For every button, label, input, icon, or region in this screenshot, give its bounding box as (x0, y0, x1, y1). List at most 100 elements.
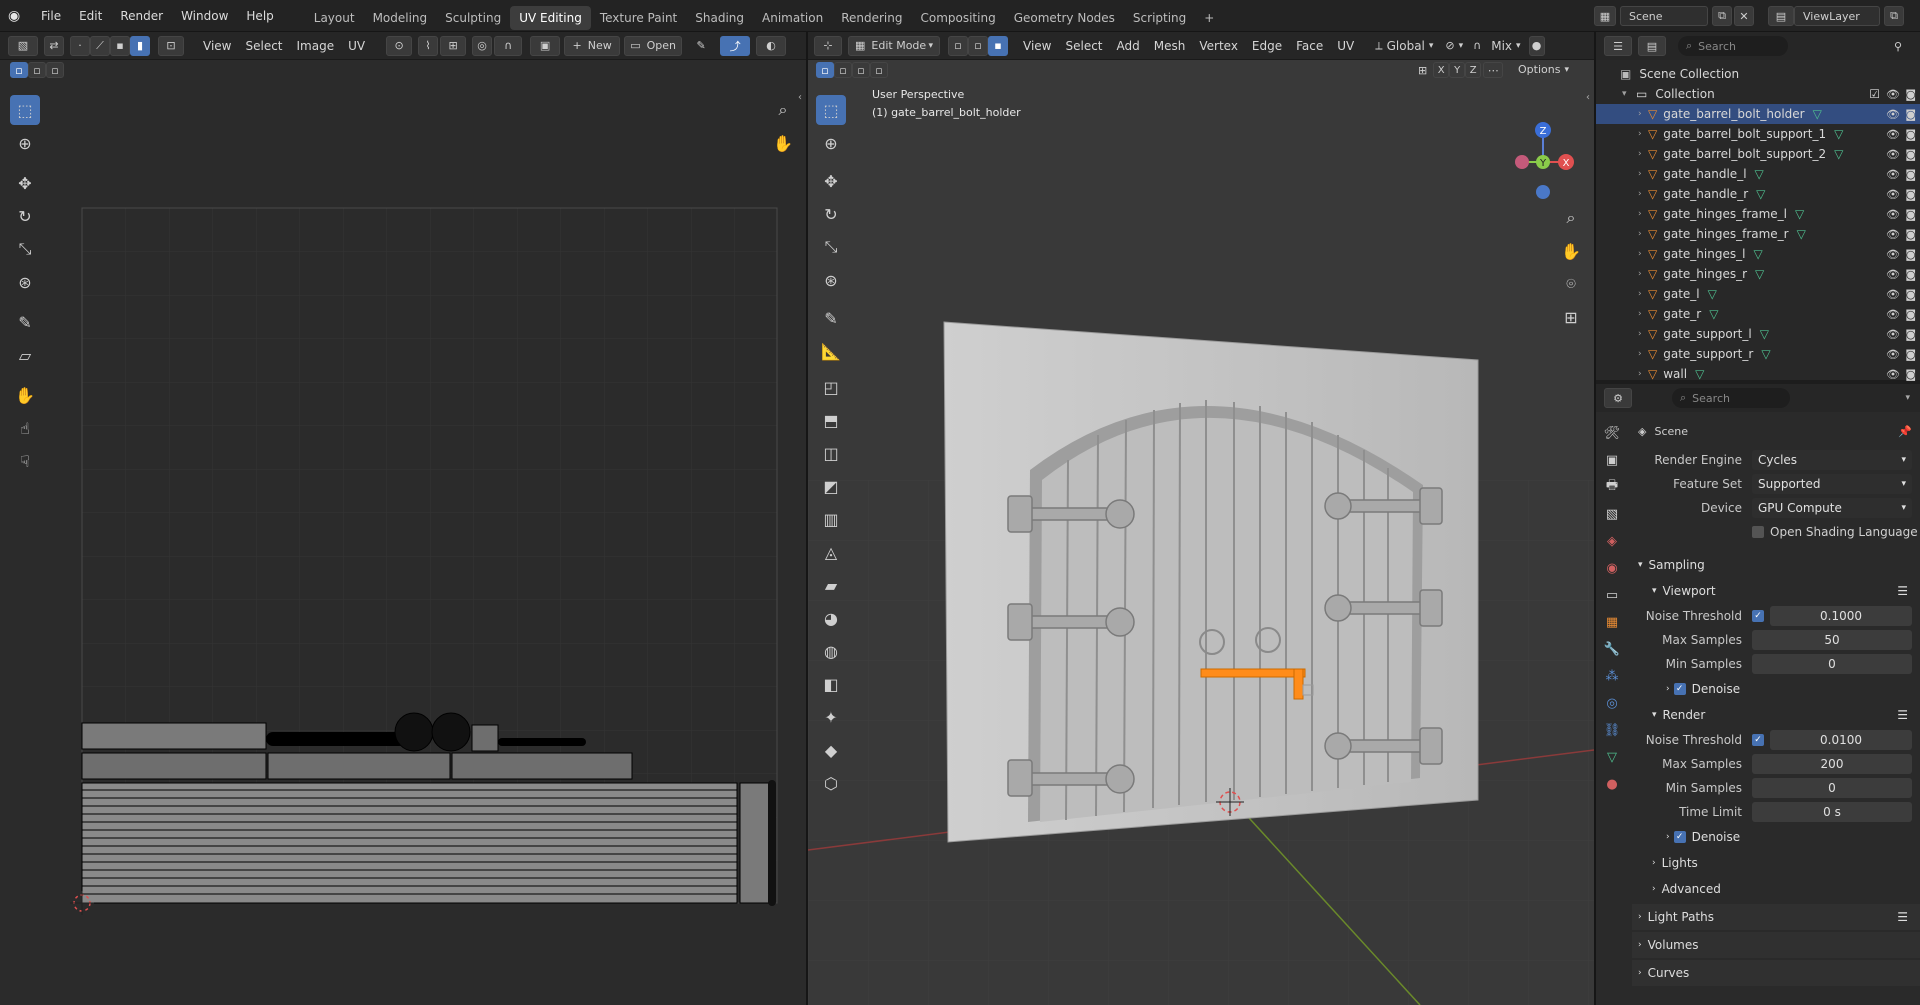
render-visibility-icon[interactable]: ◙ (1905, 168, 1916, 181)
viewport-subpanel-header[interactable]: ▾ Viewport ☰ (1632, 578, 1920, 604)
sync-selection-icon[interactable]: ⇄ (44, 35, 64, 56)
outliner-object-row[interactable]: › ▽ gate_barrel_bolt_support_1 ▽ 👁 ◙ (1596, 124, 1920, 144)
tab-rendering[interactable]: Rendering (832, 6, 911, 30)
vp-denoise-checkbox[interactable]: ✓ (1673, 683, 1686, 695)
new-image-button[interactable]: + New (564, 35, 621, 56)
mesh-data-icon[interactable]: ▽ (1753, 247, 1762, 261)
outliner-object-row[interactable]: › ▽ gate_handle_r ▽ 👁 ◙ (1596, 184, 1920, 204)
physics-tab-icon[interactable]: ◎ (1600, 691, 1624, 715)
volumes-panel-header[interactable]: › Volumes (1632, 932, 1920, 958)
view-layer-tab-icon[interactable]: ▧ (1600, 502, 1624, 526)
mesh-data-icon[interactable]: ▽ (1760, 327, 1769, 341)
properties-options-chevron-icon[interactable]: ▾ (1905, 393, 1910, 403)
output-tab-icon[interactable]: 🖶 (1600, 475, 1624, 499)
outliner-object-row[interactable]: › ▽ gate_hinges_l ▽ 👁 ◙ (1596, 244, 1920, 264)
render-tab-icon[interactable]: ▣ (1600, 448, 1624, 472)
context-pin-icon[interactable]: 📌 (1898, 425, 1912, 438)
osl-row[interactable]: Open Shading Language (1632, 520, 1920, 544)
mesh-data-icon[interactable]: ▽ (1834, 147, 1843, 161)
scene-selector-icon[interactable]: ▦ (1594, 6, 1616, 26)
outliner-object-row[interactable]: › ▽ wall ▽ 👁 ◙ (1596, 364, 1920, 384)
render-visibility-icon[interactable]: ◙ (1905, 288, 1916, 301)
advanced-subpanel-header[interactable]: › Advanced (1632, 876, 1920, 902)
open-image-button[interactable]: ▭ Open (624, 35, 683, 56)
visibility-icon[interactable]: 👁 (1886, 288, 1900, 301)
display-mode-icon[interactable]: ▤ (1638, 36, 1666, 56)
modifier-tab-icon[interactable]: 🔧 (1600, 637, 1624, 661)
object-expand-icon[interactable]: › (1638, 169, 1648, 179)
vertex-select-icon[interactable]: · (70, 35, 90, 56)
collection-render-icon[interactable]: ◙ (1905, 88, 1916, 101)
vertex-mode-icon[interactable]: ▫ (948, 35, 968, 56)
island-select-icon[interactable]: ▮ (130, 35, 150, 56)
properties-search-input[interactable]: ⌕ Search (1672, 388, 1790, 408)
render-visibility-icon[interactable]: ◙ (1905, 248, 1916, 261)
orientation-selector[interactable]: ⟂ Global ▾ (1375, 39, 1433, 53)
vp-min-samples-field[interactable]: 0 (1752, 654, 1912, 674)
visibility-icon[interactable]: 👁 (1886, 348, 1900, 361)
tab-compositing[interactable]: Compositing (911, 6, 1004, 30)
tab-shading[interactable]: Shading (686, 6, 753, 30)
object-expand-icon[interactable]: › (1638, 229, 1648, 239)
tab-animation[interactable]: Animation (753, 6, 832, 30)
scene-name-field[interactable]: Scene (1620, 6, 1708, 26)
vp-menu-add[interactable]: Add (1110, 36, 1147, 56)
vp-max-samples-field[interactable]: 50 (1752, 630, 1912, 650)
uv-menu-image[interactable]: Image (290, 36, 342, 56)
feature-set-select[interactable]: Supported ▾ (1752, 474, 1912, 494)
mesh-data-icon[interactable]: ▽ (1834, 127, 1843, 141)
vp-noise-threshold-checkbox[interactable]: ✓ (1752, 610, 1764, 622)
blender-logo-icon[interactable]: ◉ (8, 8, 28, 24)
vp-menu-uv[interactable]: UV (1330, 36, 1361, 56)
object-tab-icon[interactable]: ▦ (1600, 610, 1624, 634)
r-noise-threshold-field[interactable]: 0.0100 (1770, 730, 1912, 750)
collection-checkbox-icon[interactable]: ☑ (1869, 87, 1880, 101)
gizmo-toggle-icon[interactable]: ⤴ (720, 35, 751, 56)
visibility-icon[interactable]: 👁 (1886, 208, 1900, 221)
vp-menu-vertex[interactable]: Vertex (1192, 36, 1245, 56)
curves-panel-header[interactable]: › Curves (1632, 960, 1920, 986)
visibility-icon[interactable]: 👁 (1886, 188, 1900, 201)
object-expand-icon[interactable]: › (1638, 309, 1648, 319)
properties-editor-type-icon[interactable]: ⚙ (1604, 388, 1632, 408)
mode-selector[interactable]: ▦ Edit Mode ▾ (848, 35, 940, 56)
mesh-data-icon[interactable]: ▽ (1761, 347, 1770, 361)
sticky-select-icon[interactable]: ⊡ (158, 35, 184, 56)
render-visibility-icon[interactable]: ◙ (1905, 348, 1916, 361)
object-expand-icon[interactable]: › (1638, 109, 1648, 119)
falloff-icon[interactable]: ∩ (494, 35, 523, 56)
snap-target-icon[interactable]: ⊞ (440, 35, 467, 56)
new-viewlayer-icon[interactable]: ⧉ (1884, 6, 1904, 26)
outliner-object-row[interactable]: › ▽ gate_handle_l ▽ 👁 ◙ (1596, 164, 1920, 184)
visibility-icon[interactable]: 👁 (1886, 128, 1900, 141)
collection-tab-icon[interactable]: ▭ (1600, 583, 1624, 607)
render-engine-select[interactable]: Cycles ▾ (1752, 450, 1912, 470)
3d-viewport[interactable]: ⊹ ▦ Edit Mode ▾ ▫ ▫ ▪ View Select Add Me… (808, 32, 1594, 1005)
outliner-object-row[interactable]: › ▽ gate_hinges_frame_l ▽ 👁 ◙ (1596, 204, 1920, 224)
scene-tab-icon[interactable]: ◈ (1600, 529, 1624, 553)
object-expand-icon[interactable]: › (1638, 349, 1648, 359)
scene-collection-row[interactable]: ▣ Scene Collection (1596, 64, 1920, 84)
r-min-samples-field[interactable]: 0 (1752, 778, 1912, 798)
render-visibility-icon[interactable]: ◙ (1905, 308, 1916, 321)
object-expand-icon[interactable]: › (1638, 209, 1648, 219)
collection-row[interactable]: ▾ ▭ Collection ☑ 👁 ◙ (1596, 84, 1920, 104)
visibility-icon[interactable]: 👁 (1886, 308, 1900, 321)
device-select[interactable]: GPU Compute ▾ (1752, 498, 1912, 518)
object-expand-icon[interactable]: › (1638, 149, 1648, 159)
particles-tab-icon[interactable]: ⁂ (1600, 664, 1624, 688)
tab-modeling[interactable]: Modeling (364, 6, 437, 30)
render-visibility-icon[interactable]: ◙ (1905, 208, 1916, 221)
tab-uv-editing[interactable]: UV Editing (510, 5, 591, 30)
shading-mix-selector[interactable]: Mix ▾ (1491, 39, 1520, 53)
outliner-object-row[interactable]: › ▽ gate_hinges_frame_r ▽ 👁 ◙ (1596, 224, 1920, 244)
outliner-object-row[interactable]: › ▽ gate_barrel_bolt_support_2 ▽ 👁 ◙ (1596, 144, 1920, 164)
render-visibility-icon[interactable]: ◙ (1905, 328, 1916, 341)
overlay-toggle-icon[interactable]: ◐ (756, 35, 787, 56)
vp-menu-view[interactable]: View (1016, 36, 1058, 56)
light-paths-panel-header[interactable]: › Light Paths ☰ (1632, 904, 1920, 930)
render-visibility-icon[interactable]: ◙ (1905, 268, 1916, 281)
render-presets-icon[interactable]: ☰ (1897, 708, 1908, 722)
viewport-editor-type-icon[interactable]: ⊹ (814, 35, 842, 56)
visibility-icon[interactable]: 👁 (1886, 168, 1900, 181)
